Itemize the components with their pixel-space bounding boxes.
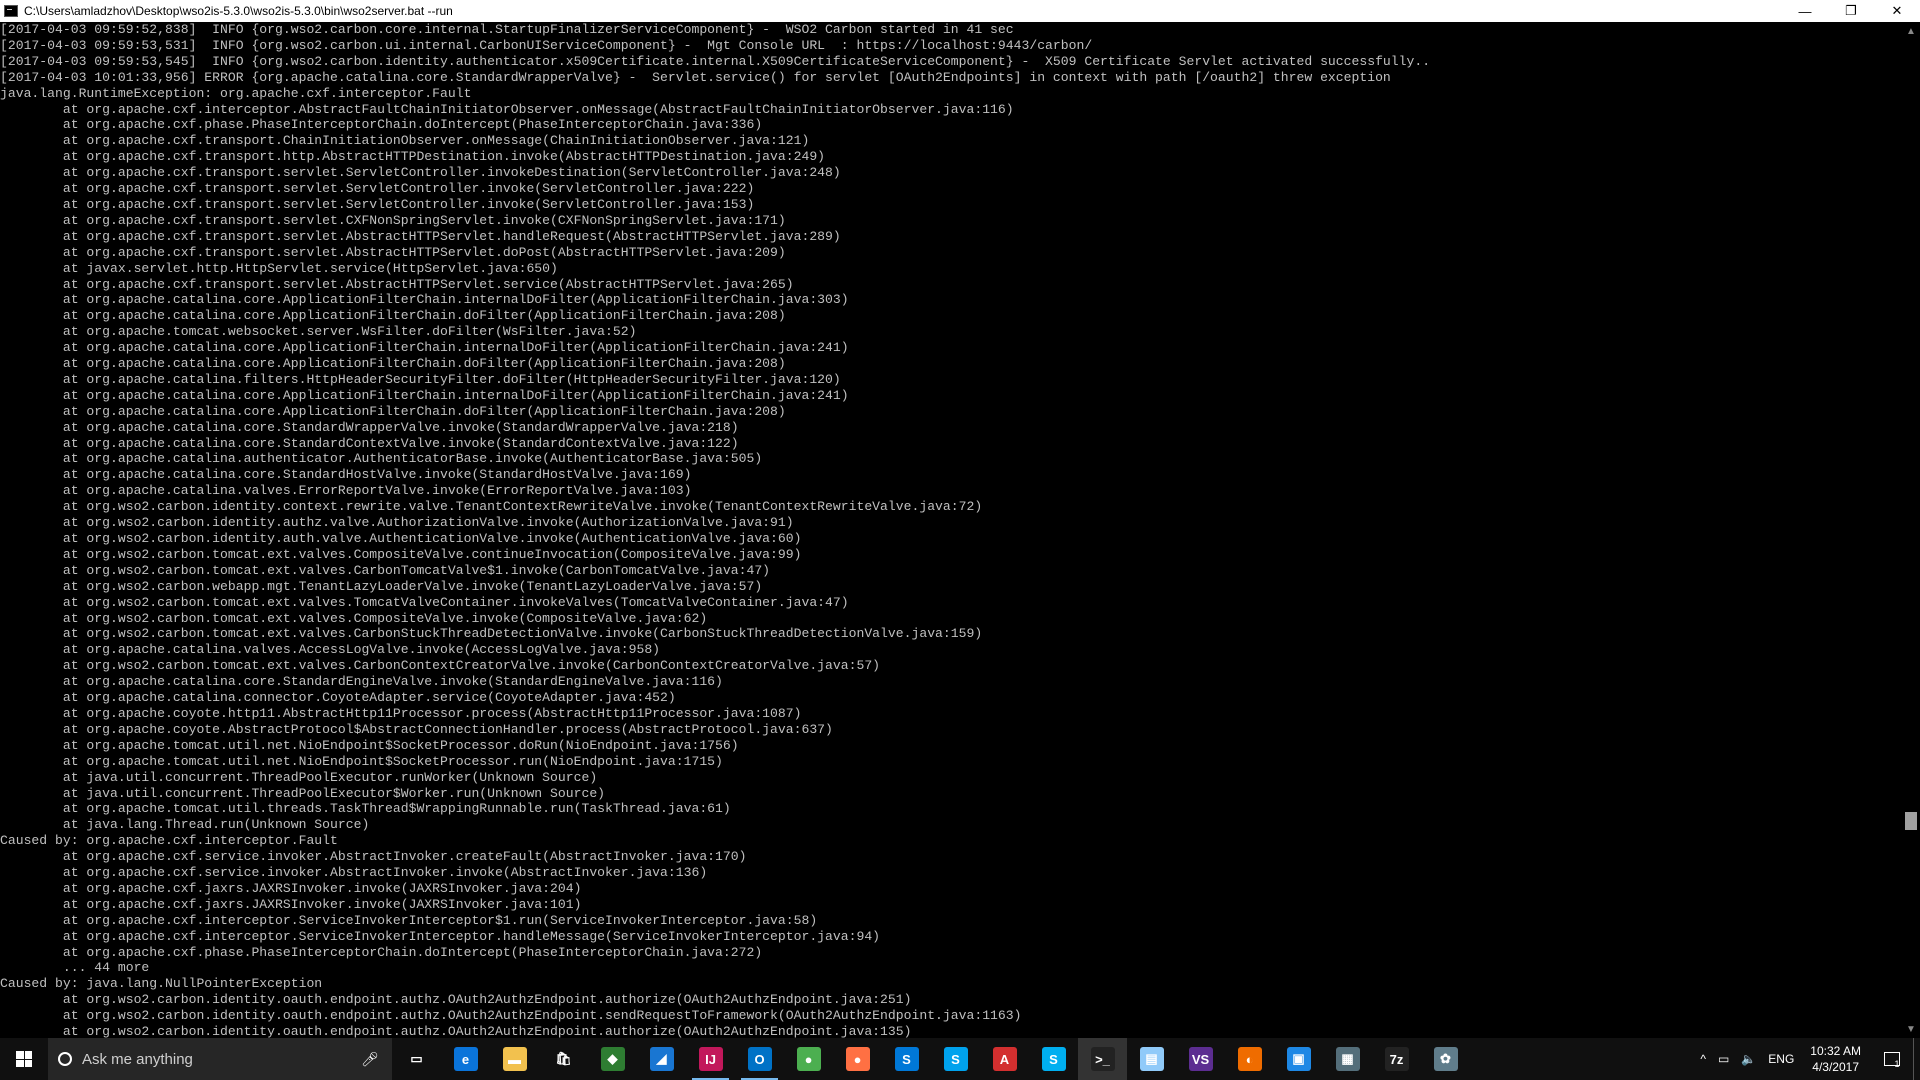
edge-icon: e xyxy=(453,1047,478,1071)
clock-date: 4/3/2017 xyxy=(1812,1060,1859,1074)
scroll-down-arrow-icon[interactable]: ▼ xyxy=(1902,1020,1920,1038)
title-bar: C:\Users\amladzhov\Desktop\wso2is-5.3.0\… xyxy=(0,0,1920,22)
taskbar-app-cmd[interactable]: >_ xyxy=(1078,1038,1127,1080)
taskbar-app-app-lync[interactable]: S xyxy=(931,1038,980,1080)
taskbar: Ask me anything 🎤︎ ▭ e ▬ 🛍 ◆ ◢ IJ O ● ● S S A S >_ ▤ VS ◐… xyxy=(0,1038,1920,1080)
firefox-icon: ● xyxy=(845,1047,870,1071)
cortana-icon xyxy=(58,1052,72,1066)
terminal-text: [2017-04-03 09:59:52,838] INFO {org.wso2… xyxy=(0,22,1431,1038)
start-button[interactable] xyxy=(0,1038,48,1080)
app-blue-icon: ◢ xyxy=(649,1047,674,1071)
app-gear-icon: ✿ xyxy=(1433,1047,1458,1071)
action-center-button[interactable]: 1 xyxy=(1871,1038,1913,1080)
app-network-icon: ▣ xyxy=(1286,1047,1311,1071)
notification-count: 1 xyxy=(1894,1059,1900,1069)
taskbar-app-intellij[interactable]: IJ xyxy=(686,1038,735,1080)
system-tray: ^ ▭ 🔈 ENG 10:32 AM 4/3/2017 1 xyxy=(1694,1038,1920,1080)
app-orange-icon: ◐ xyxy=(1237,1047,1262,1071)
taskbar-app-app-diamond[interactable]: ◆ xyxy=(588,1038,637,1080)
clock-time: 10:32 AM xyxy=(1810,1044,1861,1058)
taskbar-app-edge[interactable]: e xyxy=(441,1038,490,1080)
pdf-icon: A xyxy=(992,1047,1017,1071)
app-diamond-icon: ◆ xyxy=(600,1047,625,1071)
taskbar-app-outlook[interactable]: O xyxy=(735,1038,784,1080)
show-desktop-button[interactable] xyxy=(1913,1038,1920,1080)
scrollbar-thumb[interactable] xyxy=(1905,812,1917,830)
skype-icon: S xyxy=(1041,1047,1066,1071)
volume-icon[interactable]: 🔈 xyxy=(1735,1052,1762,1066)
terminal-output[interactable]: [2017-04-03 09:59:52,838] INFO {org.wso2… xyxy=(0,22,1902,1038)
taskbar-app-app-orange[interactable]: ◐ xyxy=(1225,1038,1274,1080)
task-view-icon: ▭ xyxy=(404,1047,429,1071)
taskbar-app-file-explorer[interactable]: ▬ xyxy=(490,1038,539,1080)
file-explorer-icon: ▬ xyxy=(502,1047,527,1071)
vertical-scrollbar[interactable]: ▲ ▼ xyxy=(1902,22,1920,1038)
window-controls: — ❐ ✕ xyxy=(1782,0,1920,22)
taskbar-app-store[interactable]: 🛍 xyxy=(539,1038,588,1080)
taskbar-apps: ▭ e ▬ 🛍 ◆ ◢ IJ O ● ● S S A S >_ ▤ VS ◐ ▣ ▦ 7z ✿ xyxy=(392,1038,1470,1080)
taskbar-app-app-remote[interactable]: ▦ xyxy=(1323,1038,1372,1080)
taskbar-app-task-view[interactable]: ▭ xyxy=(392,1038,441,1080)
outlook-icon: O xyxy=(747,1047,772,1071)
app-remote-icon: ▦ xyxy=(1335,1047,1360,1071)
taskbar-app-skype[interactable]: S xyxy=(1029,1038,1078,1080)
taskbar-app-visual-studio[interactable]: VS xyxy=(1176,1038,1225,1080)
taskbar-app-chrome[interactable]: ● xyxy=(784,1038,833,1080)
maximize-button[interactable]: ❐ xyxy=(1828,0,1874,22)
app-lync-icon: S xyxy=(943,1047,968,1071)
skype-business-icon: S xyxy=(894,1047,919,1071)
cortana-search-box[interactable]: Ask me anything 🎤︎ xyxy=(48,1038,392,1080)
search-placeholder: Ask me anything xyxy=(82,1050,193,1068)
taskbar-app-firefox[interactable]: ● xyxy=(833,1038,882,1080)
taskbar-app-app-blue[interactable]: ◢ xyxy=(637,1038,686,1080)
cmd-app-icon xyxy=(4,5,18,17)
notepad-icon: ▤ xyxy=(1139,1047,1164,1071)
taskbar-app-7zip[interactable]: 7z xyxy=(1372,1038,1421,1080)
windows-logo-icon xyxy=(16,1051,32,1067)
taskbar-app-app-gear[interactable]: ✿ xyxy=(1421,1038,1470,1080)
network-icon[interactable]: ▭ xyxy=(1712,1052,1735,1066)
window-title: C:\Users\amladzhov\Desktop\wso2is-5.3.0\… xyxy=(24,4,453,18)
taskbar-app-app-network[interactable]: ▣ xyxy=(1274,1038,1323,1080)
store-icon: 🛍 xyxy=(551,1047,576,1071)
close-button[interactable]: ✕ xyxy=(1874,0,1920,22)
cmd-icon: >_ xyxy=(1090,1047,1115,1071)
taskbar-app-notepad[interactable]: ▤ xyxy=(1127,1038,1176,1080)
taskbar-app-skype-business[interactable]: S xyxy=(882,1038,931,1080)
clock[interactable]: 10:32 AM 4/3/2017 xyxy=(1800,1043,1871,1075)
minimize-button[interactable]: — xyxy=(1782,0,1828,22)
language-indicator[interactable]: ENG xyxy=(1762,1052,1800,1066)
taskbar-app-pdf[interactable]: A xyxy=(980,1038,1029,1080)
visual-studio-icon: VS xyxy=(1188,1047,1213,1071)
chrome-icon: ● xyxy=(796,1047,821,1071)
microphone-icon[interactable]: 🎤︎ xyxy=(358,1051,382,1068)
intellij-icon: IJ xyxy=(698,1047,723,1071)
scroll-up-arrow-icon[interactable]: ▲ xyxy=(1902,22,1920,40)
7zip-icon: 7z xyxy=(1384,1047,1409,1071)
tray-chevron-icon[interactable]: ^ xyxy=(1694,1052,1712,1066)
